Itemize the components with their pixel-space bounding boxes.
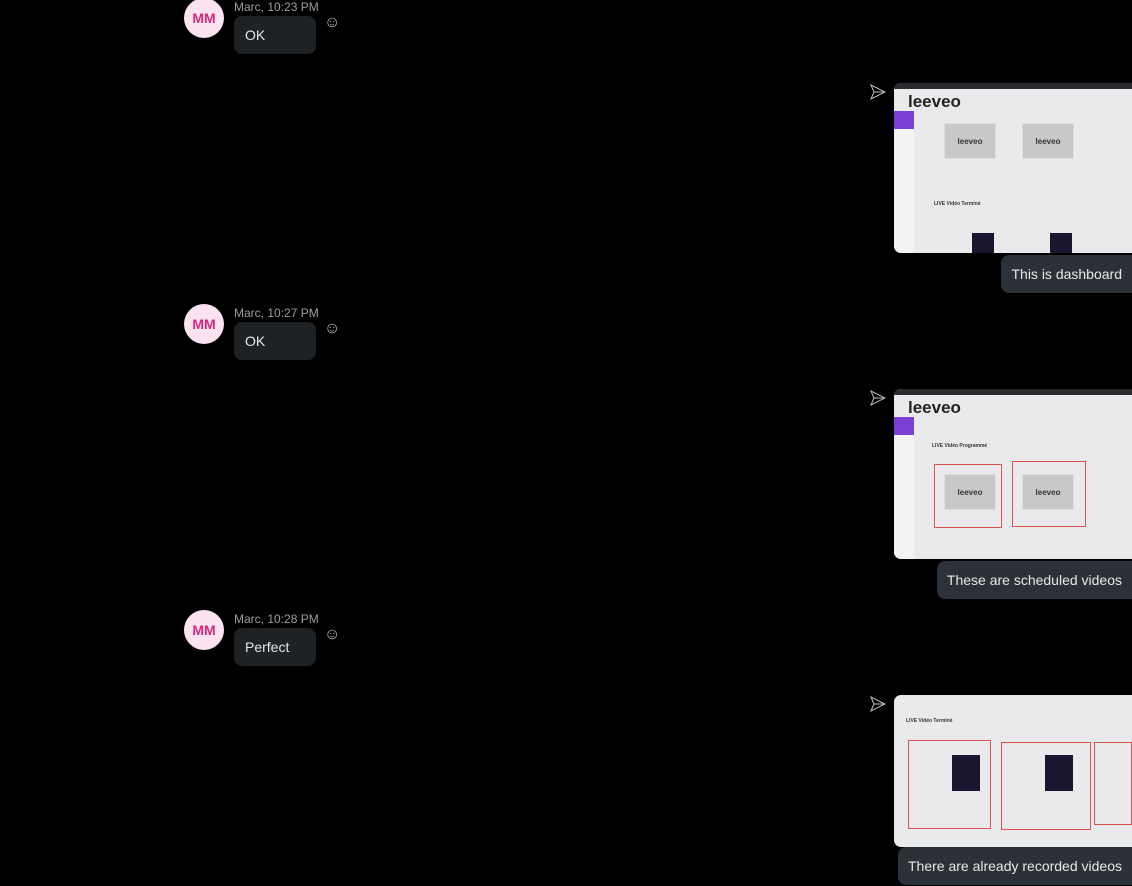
smiley-icon[interactable]: ☺ <box>324 626 340 644</box>
scheduled-screenshot[interactable]: leeveo LIVE Vidéo Programmé leeveo leeve… <box>894 389 1132 559</box>
section-title: LIVE Vidéo Terminé <box>934 201 981 207</box>
message-bubble[interactable]: OK <box>234 322 316 360</box>
avatar[interactable]: MM <box>184 304 224 344</box>
leeveo-logo: leeveo <box>908 92 961 111</box>
send-icon <box>870 84 886 100</box>
message-meta: Marc, 10:27 PM <box>234 306 319 320</box>
recorded-screenshot[interactable]: LIVE Vidéo Terminé <box>894 695 1132 847</box>
video-thumb: leeveo <box>944 123 996 159</box>
section-title: LIVE Vidéo Terminé <box>906 718 953 724</box>
message-meta: Marc, 10:28 PM <box>234 612 319 626</box>
video-thumb: leeveo <box>944 474 996 510</box>
smiley-icon[interactable]: ☺ <box>324 14 340 32</box>
dashboard-screenshot[interactable]: leeveo leeveo leeveo LIVE Vidéo Terminé <box>894 83 1132 253</box>
message-caption[interactable]: There are already recorded videos <box>897 847 1132 885</box>
message-bubble[interactable]: OK <box>234 16 316 54</box>
message-caption[interactable]: This is dashboard <box>1001 255 1132 293</box>
sidebar <box>894 111 914 253</box>
video-thumb: leeveo <box>1022 474 1074 510</box>
message-bubble[interactable]: Perfect <box>234 628 316 666</box>
message-meta: Marc, 10:23 PM <box>234 0 319 14</box>
video-thumb: leeveo <box>1022 123 1074 159</box>
avatar[interactable]: MM <box>184 610 224 650</box>
send-icon <box>870 390 886 406</box>
section-title: LIVE Vidéo Programmé <box>932 443 988 449</box>
leeveo-logo: leeveo <box>908 398 961 417</box>
sidebar <box>894 417 914 559</box>
send-icon <box>870 696 886 712</box>
message-caption[interactable]: These are scheduled videos <box>936 561 1132 599</box>
smiley-icon[interactable]: ☺ <box>324 320 340 338</box>
avatar[interactable]: MM <box>184 0 224 38</box>
